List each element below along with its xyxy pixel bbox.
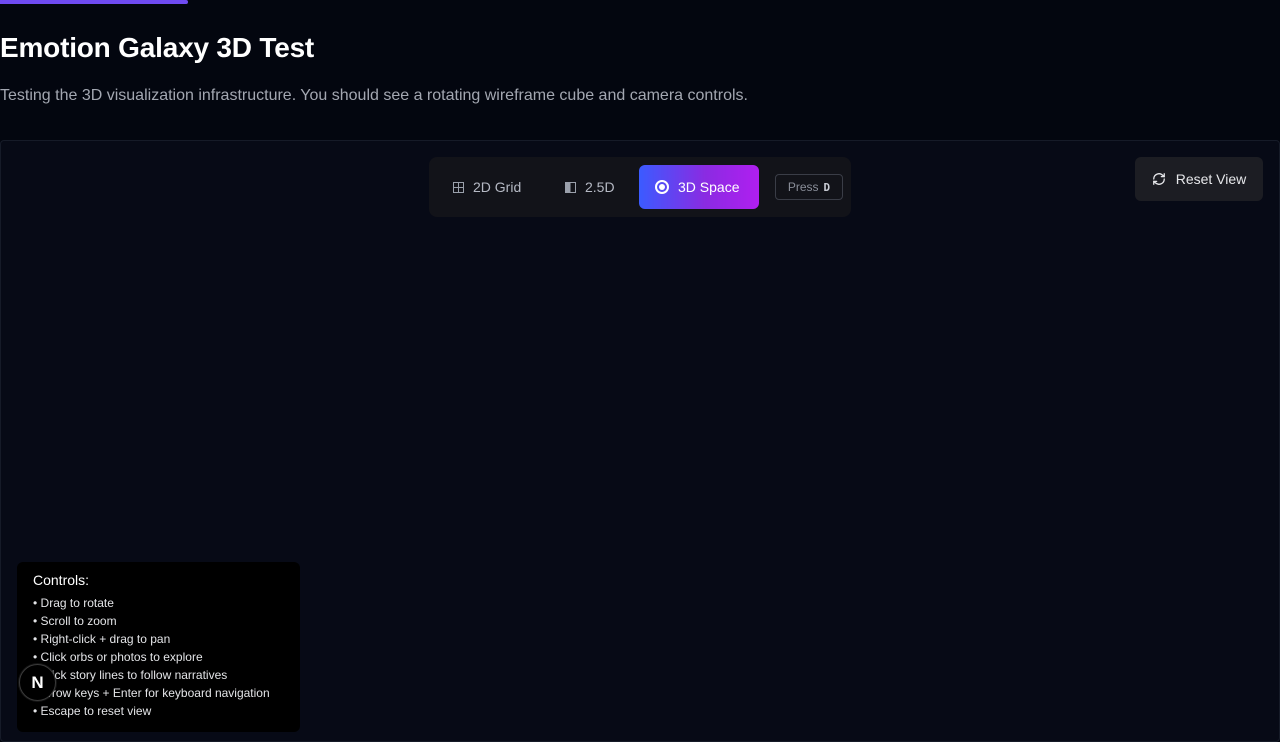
mode-label: 3D Space: [678, 179, 740, 195]
hint-prefix: Press: [787, 180, 819, 194]
grid-icon: [453, 181, 464, 193]
page-subtitle: Testing the 3D visualization infrastruct…: [0, 87, 748, 104]
list-item: • Scroll to zoom: [33, 614, 117, 628]
page-title: Emotion Galaxy 3D Test: [0, 32, 315, 63]
list-item: • Click orbs or photos to explore: [33, 650, 203, 664]
half-square-icon: [565, 181, 576, 193]
badge-letter: N: [31, 672, 44, 692]
controls-list: • Drag to rotate • Scroll to zoom • Righ…: [33, 594, 284, 720]
reset-view-button[interactable]: Reset View: [1135, 157, 1263, 201]
hint-key: D: [823, 180, 831, 194]
list-item: • Click story lines to follow narratives: [33, 668, 228, 682]
mode-label: 2.5D: [585, 179, 615, 195]
refresh-icon: [1152, 173, 1165, 185]
mode-label: 2D Grid: [473, 179, 522, 195]
list-item: • Arrow keys + Enter for keyboard naviga…: [33, 686, 270, 700]
reset-view-label: Reset View: [1175, 171, 1247, 187]
list-item: • Drag to rotate: [33, 596, 114, 610]
framework-badge-button[interactable]: N: [19, 664, 56, 701]
controls-heading: Controls:: [33, 572, 90, 588]
radio-dot-icon: [655, 180, 669, 194]
keyboard-hint: Press D: [775, 174, 843, 200]
view-mode-toggle: 2D Grid 2.5D 3D Space Press D: [429, 157, 851, 217]
mode-2d-grid-button[interactable]: 2D Grid: [437, 165, 537, 209]
list-item: • Right-click + drag to pan: [33, 632, 171, 646]
mode-2-5d-button[interactable]: 2.5D: [549, 165, 631, 209]
mode-3d-space-button[interactable]: 3D Space: [639, 165, 759, 209]
controls-panel: Controls: • Drag to rotate • Scroll to z…: [17, 562, 300, 732]
list-item: • Escape to reset view: [33, 704, 152, 718]
top-progress-bar: [0, 0, 188, 4]
